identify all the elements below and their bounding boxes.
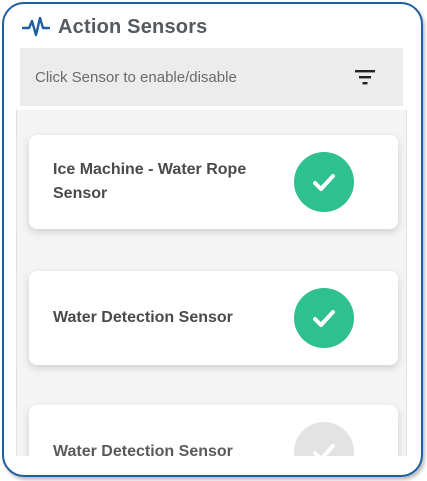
header: Action Sensors <box>22 10 208 44</box>
sensor-label: Ice Machine - Water Rope Sensor <box>53 161 247 202</box>
page-title: Action Sensors <box>58 15 208 38</box>
pulse-icon <box>22 16 50 37</box>
sensor-label: Water Detection Sensor <box>53 309 233 326</box>
sensor-card[interactable]: Water Detection Sensor <box>29 271 398 365</box>
disabled-check-icon[interactable] <box>294 422 354 456</box>
enabled-check-icon[interactable] <box>294 288 354 348</box>
filter-hint: Click Sensor to enable/disable <box>35 68 237 86</box>
app-frame: Action Sensors Click Sensor to enable/di… <box>2 2 423 477</box>
enabled-check-icon[interactable] <box>294 152 354 212</box>
sensor-label: Water Detection Sensor <box>53 443 233 456</box>
sensor-card[interactable]: Ice Machine - Water Rope Sensor <box>29 135 398 229</box>
sensor-list[interactable]: Ice Machine - Water Rope Sensor Water De… <box>16 110 407 456</box>
sensor-card[interactable]: Water Detection Sensor <box>29 405 398 456</box>
filter-icon[interactable] <box>353 67 377 87</box>
filter-bar: Click Sensor to enable/disable <box>20 48 403 106</box>
